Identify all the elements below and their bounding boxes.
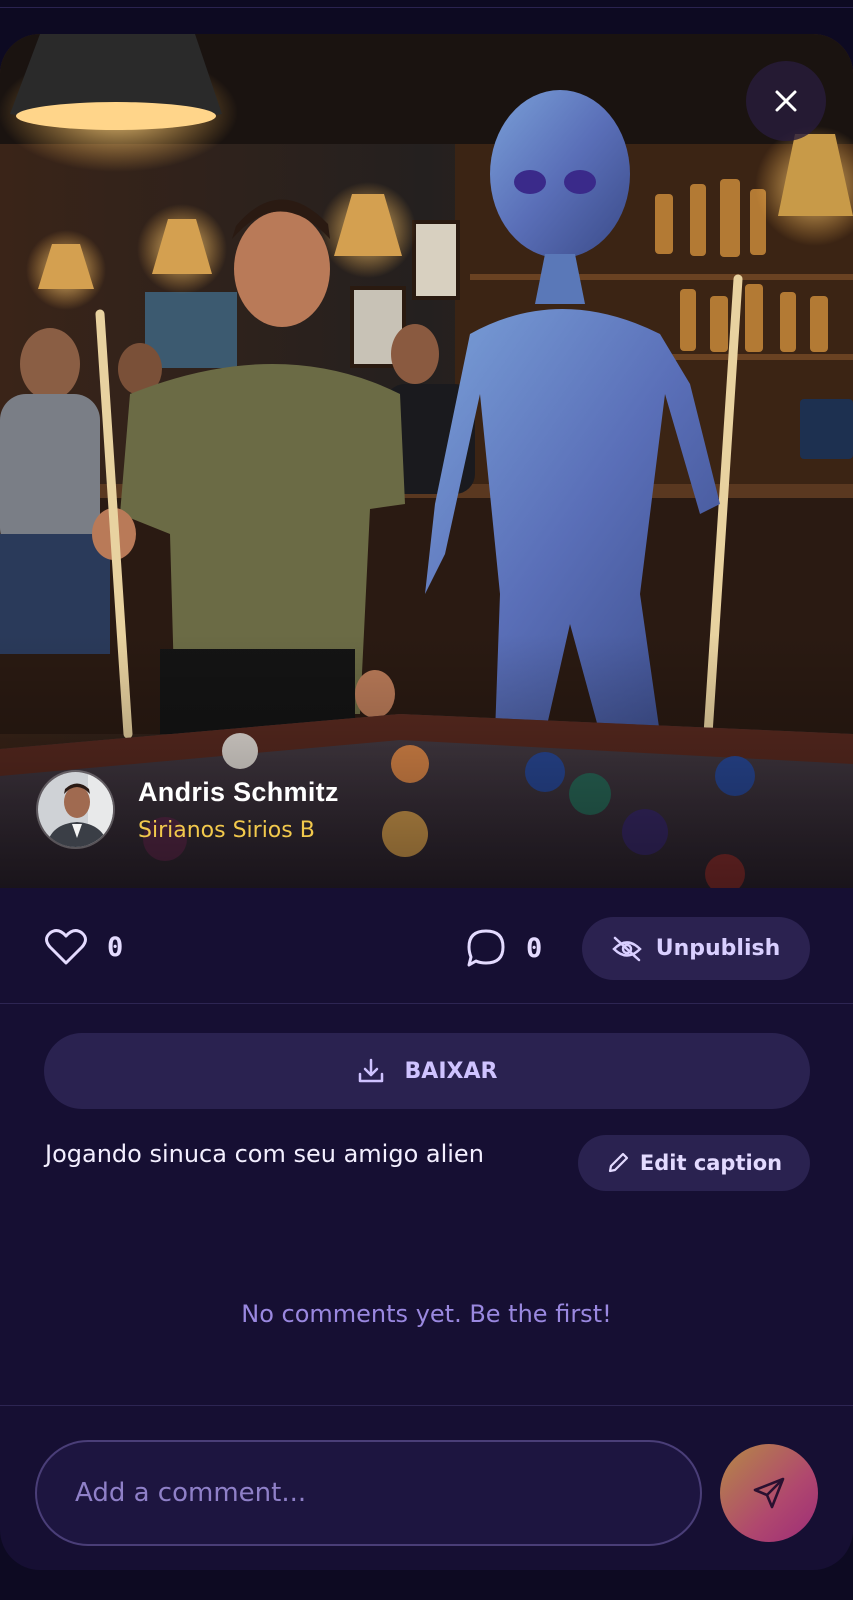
post-image: Andris Schmitz Sirianos Sirios B — [0, 34, 853, 888]
edit-caption-label: Edit caption — [639, 1151, 783, 1175]
pencil-icon — [608, 1152, 628, 1173]
like-count: 0 — [107, 931, 124, 963]
post-author: Andris Schmitz Sirianos Sirios B — [36, 770, 339, 849]
close-icon — [775, 90, 797, 112]
post-actions: 0 0 Unpublish — [0, 914, 853, 984]
eye-off-icon — [611, 936, 642, 961]
send-icon — [753, 1477, 785, 1509]
comment-button[interactable]: 0 — [466, 928, 542, 968]
actions-divider — [0, 1003, 853, 1004]
avatar[interactable] — [36, 770, 115, 849]
unpublish-button[interactable]: Unpublish — [582, 917, 810, 980]
comment-input-wrapper — [35, 1440, 702, 1546]
download-label: BAIXAR — [404, 1058, 498, 1084]
download-button[interactable]: BAIXAR — [44, 1033, 810, 1109]
author-name[interactable]: Andris Schmitz — [138, 777, 339, 808]
close-button[interactable] — [746, 61, 826, 141]
comment-count: 0 — [526, 932, 543, 964]
composer-divider — [0, 1405, 853, 1406]
no-comments-message: No comments yet. Be the first! — [241, 1300, 612, 1328]
post-caption: Jogando sinuca com seu amigo alien — [45, 1140, 484, 1168]
heart-icon — [45, 929, 87, 965]
comment-input[interactable] — [37, 1442, 700, 1544]
comment-bubble-icon — [467, 929, 505, 967]
author-subtitle: Sirianos Sirios B — [138, 817, 315, 843]
send-button[interactable] — [720, 1444, 818, 1542]
edit-caption-button[interactable]: Edit caption — [578, 1135, 810, 1191]
top-divider — [0, 7, 853, 8]
unpublish-label: Unpublish — [655, 936, 781, 961]
download-icon — [358, 1058, 383, 1083]
like-button[interactable]: 0 — [45, 928, 123, 966]
post-detail-sheet: Andris Schmitz Sirianos Sirios B 0 0 Unp… — [0, 34, 853, 1570]
